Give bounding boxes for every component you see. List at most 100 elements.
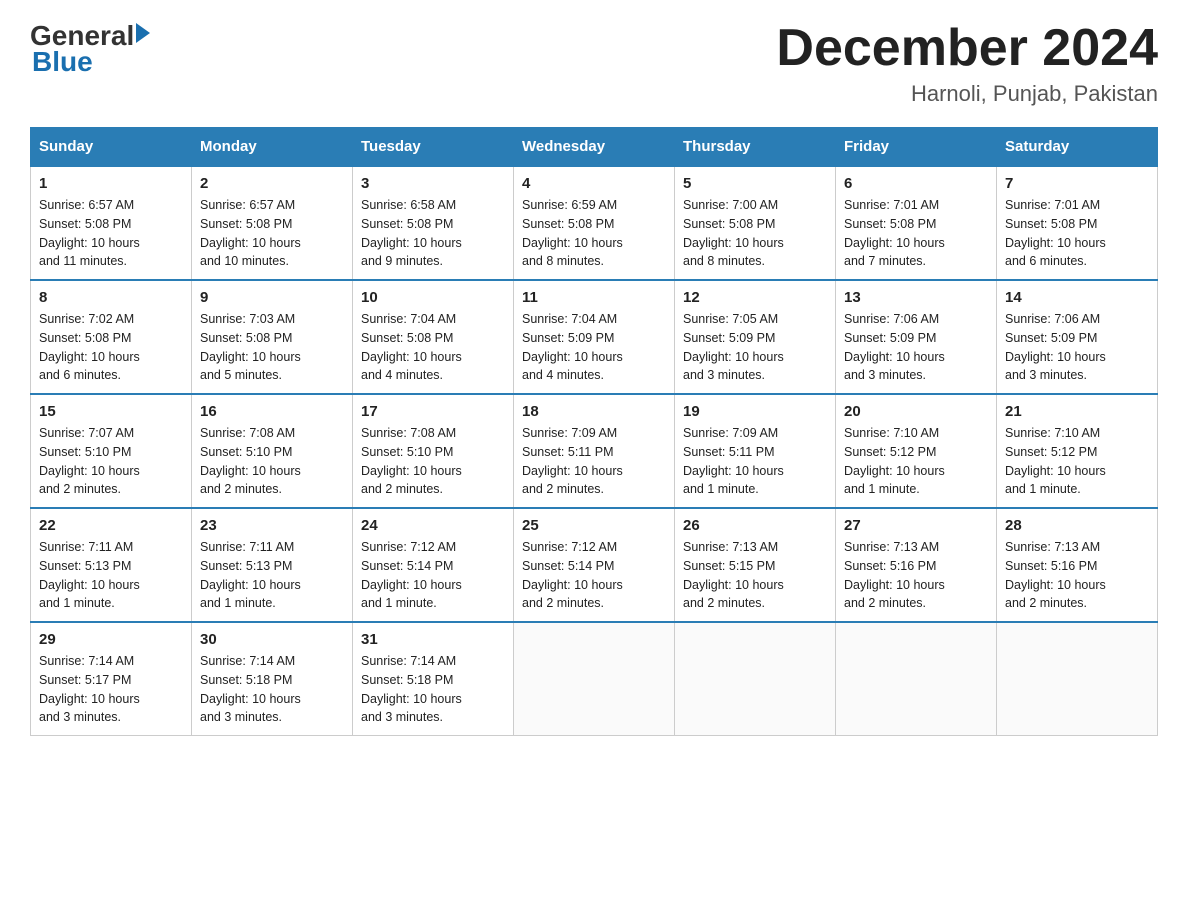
day-number: 26 [683, 517, 827, 534]
day-number: 23 [200, 517, 344, 534]
day-cell: 15 Sunrise: 7:07 AM Sunset: 5:10 PM Dayl… [31, 394, 192, 508]
header-row: SundayMondayTuesdayWednesdayThursdayFrid… [31, 128, 1158, 167]
day-info: Sunrise: 7:00 AM Sunset: 5:08 PM Dayligh… [683, 196, 827, 271]
day-cell: 8 Sunrise: 7:02 AM Sunset: 5:08 PM Dayli… [31, 280, 192, 394]
day-info: Sunrise: 7:02 AM Sunset: 5:08 PM Dayligh… [39, 310, 183, 385]
day-cell: 25 Sunrise: 7:12 AM Sunset: 5:14 PM Dayl… [514, 508, 675, 622]
calendar-body: 1 Sunrise: 6:57 AM Sunset: 5:08 PM Dayli… [31, 166, 1158, 736]
day-cell: 16 Sunrise: 7:08 AM Sunset: 5:10 PM Dayl… [192, 394, 353, 508]
day-number: 30 [200, 631, 344, 648]
header-cell-thursday: Thursday [675, 128, 836, 167]
day-number: 2 [200, 175, 344, 192]
day-info: Sunrise: 7:11 AM Sunset: 5:13 PM Dayligh… [39, 538, 183, 613]
day-cell: 30 Sunrise: 7:14 AM Sunset: 5:18 PM Dayl… [192, 622, 353, 736]
day-cell: 17 Sunrise: 7:08 AM Sunset: 5:10 PM Dayl… [353, 394, 514, 508]
day-number: 31 [361, 631, 505, 648]
day-info: Sunrise: 7:08 AM Sunset: 5:10 PM Dayligh… [361, 424, 505, 499]
day-info: Sunrise: 7:06 AM Sunset: 5:09 PM Dayligh… [844, 310, 988, 385]
day-info: Sunrise: 7:13 AM Sunset: 5:15 PM Dayligh… [683, 538, 827, 613]
calendar-title: December 2024 [776, 20, 1158, 77]
day-number: 16 [200, 403, 344, 420]
day-cell: 7 Sunrise: 7:01 AM Sunset: 5:08 PM Dayli… [997, 166, 1158, 280]
day-cell: 23 Sunrise: 7:11 AM Sunset: 5:13 PM Dayl… [192, 508, 353, 622]
day-info: Sunrise: 6:58 AM Sunset: 5:08 PM Dayligh… [361, 196, 505, 271]
day-info: Sunrise: 7:13 AM Sunset: 5:16 PM Dayligh… [844, 538, 988, 613]
day-cell: 29 Sunrise: 7:14 AM Sunset: 5:17 PM Dayl… [31, 622, 192, 736]
day-number: 8 [39, 289, 183, 306]
day-cell: 26 Sunrise: 7:13 AM Sunset: 5:15 PM Dayl… [675, 508, 836, 622]
day-number: 5 [683, 175, 827, 192]
header-cell-friday: Friday [836, 128, 997, 167]
day-info: Sunrise: 7:06 AM Sunset: 5:09 PM Dayligh… [1005, 310, 1149, 385]
day-number: 18 [522, 403, 666, 420]
day-info: Sunrise: 7:14 AM Sunset: 5:18 PM Dayligh… [200, 652, 344, 727]
day-cell: 11 Sunrise: 7:04 AM Sunset: 5:09 PM Dayl… [514, 280, 675, 394]
day-info: Sunrise: 7:07 AM Sunset: 5:10 PM Dayligh… [39, 424, 183, 499]
day-cell: 14 Sunrise: 7:06 AM Sunset: 5:09 PM Dayl… [997, 280, 1158, 394]
day-cell: 10 Sunrise: 7:04 AM Sunset: 5:08 PM Dayl… [353, 280, 514, 394]
day-cell: 21 Sunrise: 7:10 AM Sunset: 5:12 PM Dayl… [997, 394, 1158, 508]
day-cell: 6 Sunrise: 7:01 AM Sunset: 5:08 PM Dayli… [836, 166, 997, 280]
day-info: Sunrise: 7:01 AM Sunset: 5:08 PM Dayligh… [844, 196, 988, 271]
day-number: 22 [39, 517, 183, 534]
logo-arrow-icon [136, 23, 150, 43]
calendar-table: SundayMondayTuesdayWednesdayThursdayFrid… [30, 127, 1158, 736]
day-number: 12 [683, 289, 827, 306]
day-number: 25 [522, 517, 666, 534]
week-row-2: 8 Sunrise: 7:02 AM Sunset: 5:08 PM Dayli… [31, 280, 1158, 394]
day-number: 10 [361, 289, 505, 306]
day-number: 21 [1005, 403, 1149, 420]
day-number: 27 [844, 517, 988, 534]
header-cell-saturday: Saturday [997, 128, 1158, 167]
logo-blue-text: Blue [30, 46, 93, 78]
day-number: 6 [844, 175, 988, 192]
day-number: 28 [1005, 517, 1149, 534]
day-cell: 18 Sunrise: 7:09 AM Sunset: 5:11 PM Dayl… [514, 394, 675, 508]
day-cell: 9 Sunrise: 7:03 AM Sunset: 5:08 PM Dayli… [192, 280, 353, 394]
page-header: General Blue December 2024 Harnoli, Punj… [30, 20, 1158, 107]
day-cell: 1 Sunrise: 6:57 AM Sunset: 5:08 PM Dayli… [31, 166, 192, 280]
day-cell: 20 Sunrise: 7:10 AM Sunset: 5:12 PM Dayl… [836, 394, 997, 508]
day-number: 19 [683, 403, 827, 420]
day-info: Sunrise: 7:14 AM Sunset: 5:18 PM Dayligh… [361, 652, 505, 727]
day-cell: 24 Sunrise: 7:12 AM Sunset: 5:14 PM Dayl… [353, 508, 514, 622]
calendar-subtitle: Harnoli, Punjab, Pakistan [776, 81, 1158, 107]
header-cell-sunday: Sunday [31, 128, 192, 167]
header-cell-monday: Monday [192, 128, 353, 167]
day-info: Sunrise: 7:05 AM Sunset: 5:09 PM Dayligh… [683, 310, 827, 385]
header-cell-wednesday: Wednesday [514, 128, 675, 167]
day-number: 20 [844, 403, 988, 420]
day-number: 15 [39, 403, 183, 420]
logo: General Blue [30, 20, 150, 78]
day-info: Sunrise: 7:10 AM Sunset: 5:12 PM Dayligh… [844, 424, 988, 499]
day-info: Sunrise: 7:04 AM Sunset: 5:09 PM Dayligh… [522, 310, 666, 385]
day-cell: 31 Sunrise: 7:14 AM Sunset: 5:18 PM Dayl… [353, 622, 514, 736]
day-number: 9 [200, 289, 344, 306]
day-info: Sunrise: 6:57 AM Sunset: 5:08 PM Dayligh… [39, 196, 183, 271]
day-number: 13 [844, 289, 988, 306]
calendar-header: SundayMondayTuesdayWednesdayThursdayFrid… [31, 128, 1158, 167]
day-number: 17 [361, 403, 505, 420]
day-cell: 2 Sunrise: 6:57 AM Sunset: 5:08 PM Dayli… [192, 166, 353, 280]
day-cell: 27 Sunrise: 7:13 AM Sunset: 5:16 PM Dayl… [836, 508, 997, 622]
day-cell: 3 Sunrise: 6:58 AM Sunset: 5:08 PM Dayli… [353, 166, 514, 280]
day-number: 3 [361, 175, 505, 192]
title-block: December 2024 Harnoli, Punjab, Pakistan [776, 20, 1158, 107]
week-row-1: 1 Sunrise: 6:57 AM Sunset: 5:08 PM Dayli… [31, 166, 1158, 280]
day-cell: 5 Sunrise: 7:00 AM Sunset: 5:08 PM Dayli… [675, 166, 836, 280]
day-info: Sunrise: 7:12 AM Sunset: 5:14 PM Dayligh… [361, 538, 505, 613]
day-cell: 19 Sunrise: 7:09 AM Sunset: 5:11 PM Dayl… [675, 394, 836, 508]
day-cell: 4 Sunrise: 6:59 AM Sunset: 5:08 PM Dayli… [514, 166, 675, 280]
day-info: Sunrise: 7:14 AM Sunset: 5:17 PM Dayligh… [39, 652, 183, 727]
day-info: Sunrise: 6:59 AM Sunset: 5:08 PM Dayligh… [522, 196, 666, 271]
week-row-5: 29 Sunrise: 7:14 AM Sunset: 5:17 PM Dayl… [31, 622, 1158, 736]
day-info: Sunrise: 7:13 AM Sunset: 5:16 PM Dayligh… [1005, 538, 1149, 613]
day-cell [997, 622, 1158, 736]
day-cell: 28 Sunrise: 7:13 AM Sunset: 5:16 PM Dayl… [997, 508, 1158, 622]
day-info: Sunrise: 7:03 AM Sunset: 5:08 PM Dayligh… [200, 310, 344, 385]
week-row-3: 15 Sunrise: 7:07 AM Sunset: 5:10 PM Dayl… [31, 394, 1158, 508]
day-info: Sunrise: 7:01 AM Sunset: 5:08 PM Dayligh… [1005, 196, 1149, 271]
day-cell: 13 Sunrise: 7:06 AM Sunset: 5:09 PM Dayl… [836, 280, 997, 394]
day-info: Sunrise: 7:09 AM Sunset: 5:11 PM Dayligh… [522, 424, 666, 499]
day-number: 29 [39, 631, 183, 648]
